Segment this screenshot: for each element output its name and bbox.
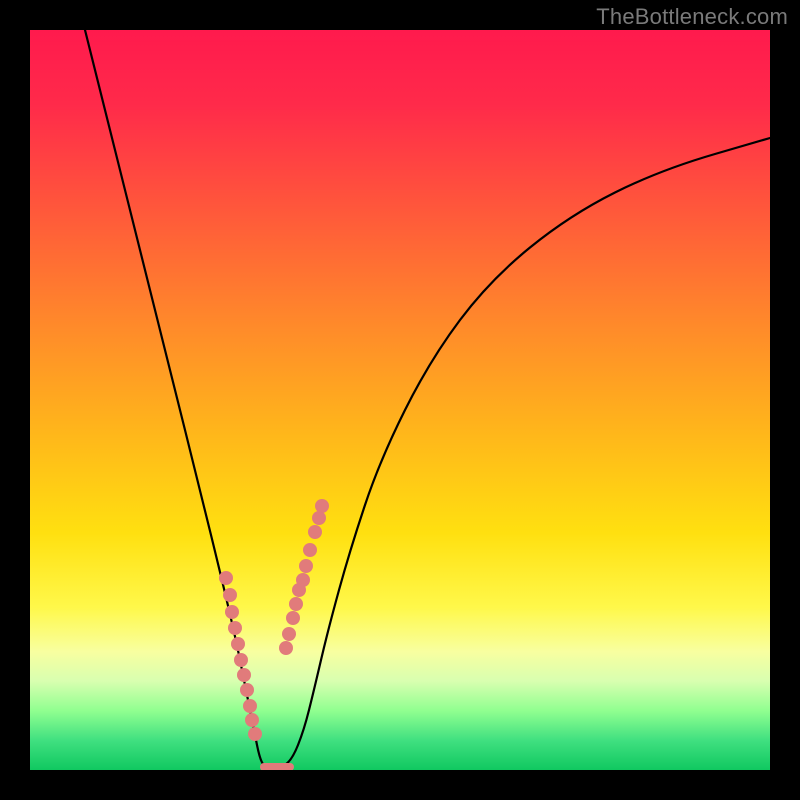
bottleneck-curve-path — [85, 30, 770, 768]
curve-layer — [30, 30, 770, 770]
highlight-dot — [234, 653, 248, 667]
highlight-dot — [292, 583, 306, 597]
highlight-dot — [240, 683, 254, 697]
highlight-dot — [312, 511, 326, 525]
highlight-dot — [219, 571, 233, 585]
highlight-dot — [231, 637, 245, 651]
highlight-dot — [228, 621, 242, 635]
highlight-dot — [237, 668, 251, 682]
highlight-dot — [243, 699, 257, 713]
highlight-dot — [286, 611, 300, 625]
plot-area — [30, 30, 770, 770]
highlight-floor-bar — [260, 763, 294, 770]
highlight-dot — [245, 713, 259, 727]
highlight-dot — [279, 641, 293, 655]
highlight-dot — [299, 559, 313, 573]
highlight-dot — [223, 588, 237, 602]
chart-frame: TheBottleneck.com — [0, 0, 800, 800]
bottleneck-curve — [85, 30, 770, 768]
highlight-dot — [248, 727, 262, 741]
highlight-dot — [282, 627, 296, 641]
highlight-dot — [225, 605, 239, 619]
highlight-dot — [315, 499, 329, 513]
watermark-text: TheBottleneck.com — [596, 4, 788, 30]
highlight-dot — [289, 597, 303, 611]
highlight-dot — [308, 525, 322, 539]
highlight-dot — [303, 543, 317, 557]
highlighted-points — [219, 499, 329, 770]
